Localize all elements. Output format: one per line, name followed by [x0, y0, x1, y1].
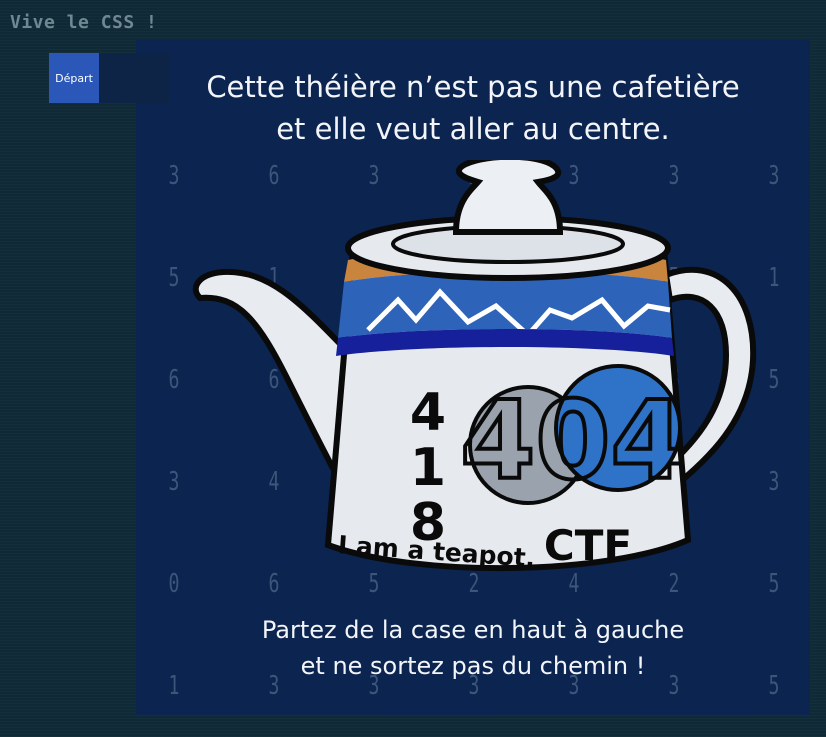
blue-stripe: [338, 271, 672, 338]
teapot-code-digit: 4: [410, 383, 446, 443]
instruction-line-1: Partez de la case en haut à gauche: [261, 616, 685, 644]
teapot-illustration: 404 CTF 4 1 8 I am a teapot.: [192, 160, 757, 573]
teapot-spout: [192, 268, 356, 516]
puzzle-headline: Cette théière n’est pas une cafetière et…: [136, 66, 810, 150]
instruction-line-2: et ne sortez pas du chemin !: [300, 652, 646, 680]
badge-text: CTF: [544, 521, 632, 570]
teapot-code-digit: 1: [410, 438, 446, 498]
headline-line-1: Cette théière n’est pas une cafetière: [206, 70, 740, 104]
instruction-text: Partez de la case en haut à gauche et ne…: [136, 612, 810, 684]
lid-knob: [452, 160, 564, 235]
badge-number: 404: [460, 379, 685, 504]
headline-line-2: et elle veut aller au centre.: [276, 112, 670, 146]
